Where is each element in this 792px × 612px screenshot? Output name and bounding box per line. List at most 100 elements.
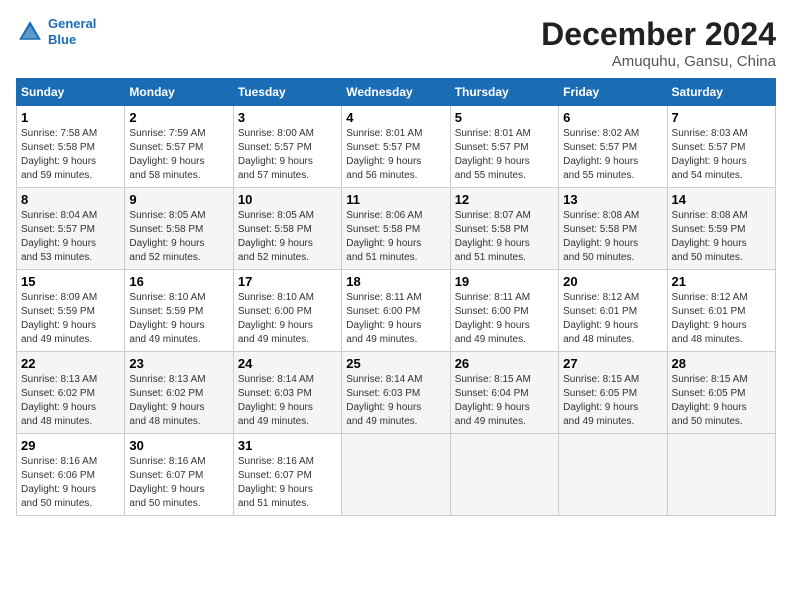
- day-cell: 24 Sunrise: 8:14 AM Sunset: 6:03 PM Dayli…: [233, 352, 341, 434]
- day-number: 16: [129, 274, 228, 289]
- day-number: 20: [563, 274, 662, 289]
- day-cell: 30 Sunrise: 8:16 AM Sunset: 6:07 PM Dayli…: [125, 434, 233, 516]
- day-cell: 31Sunrise: 8:16 AM Sunset: 6:07 PM Dayli…: [233, 434, 341, 516]
- day-info: Sunrise: 8:14 AM Sunset: 6:03 PM Dayligh…: [346, 373, 445, 429]
- day-number: 1: [21, 110, 120, 125]
- day-cell: 18Sunrise: 8:11 AM Sunset: 6:00 PM Dayli…: [342, 270, 450, 352]
- day-cell: [450, 434, 558, 516]
- week-row-4: 22 Sunrise: 8:13 AM Sunset: 6:02 PM Dayli…: [17, 352, 776, 434]
- day-number: 26: [455, 356, 554, 371]
- day-number: 30: [129, 438, 228, 453]
- day-number: 9: [129, 192, 228, 207]
- day-info: Sunrise: 7:59 AM Sunset: 5:57 PM Dayligh…: [129, 127, 228, 183]
- day-number: 27: [563, 356, 662, 371]
- logo-line2: Blue: [48, 32, 76, 47]
- day-number: 31: [238, 438, 337, 453]
- day-number: 4: [346, 110, 445, 125]
- week-row-1: 1Sunrise: 7:58 AM Sunset: 5:58 PM Daylig…: [17, 106, 776, 188]
- day-info: Sunrise: 8:09 AM Sunset: 5:59 PM Dayligh…: [21, 291, 120, 347]
- day-cell: 6 Sunrise: 8:02 AM Sunset: 5:57 PM Daylig…: [559, 106, 667, 188]
- day-cell: 15 Sunrise: 8:09 AM Sunset: 5:59 PM Dayli…: [17, 270, 125, 352]
- day-info: Sunrise: 8:01 AM Sunset: 5:57 PM Dayligh…: [455, 127, 554, 183]
- day-number: 2: [129, 110, 228, 125]
- day-info: Sunrise: 8:12 AM Sunset: 6:01 PM Dayligh…: [672, 291, 771, 347]
- day-info: Sunrise: 8:10 AM Sunset: 6:00 PM Dayligh…: [238, 291, 337, 347]
- day-number: 14: [672, 192, 771, 207]
- day-number: 25: [346, 356, 445, 371]
- day-cell: 1Sunrise: 7:58 AM Sunset: 5:58 PM Daylig…: [17, 106, 125, 188]
- day-cell: 3Sunrise: 8:00 AM Sunset: 5:57 PM Daylig…: [233, 106, 341, 188]
- dow-header-wednesday: Wednesday: [342, 79, 450, 106]
- logo-icon: [16, 18, 44, 46]
- day-info: Sunrise: 8:05 AM Sunset: 5:58 PM Dayligh…: [238, 209, 337, 265]
- day-cell: 5Sunrise: 8:01 AM Sunset: 5:57 PM Daylig…: [450, 106, 558, 188]
- day-cell: [342, 434, 450, 516]
- day-info: Sunrise: 8:15 AM Sunset: 6:05 PM Dayligh…: [563, 373, 662, 429]
- day-number: 7: [672, 110, 771, 125]
- day-cell: 22 Sunrise: 8:13 AM Sunset: 6:02 PM Dayli…: [17, 352, 125, 434]
- day-cell: 23Sunrise: 8:13 AM Sunset: 6:02 PM Dayli…: [125, 352, 233, 434]
- day-info: Sunrise: 8:07 AM Sunset: 5:58 PM Dayligh…: [455, 209, 554, 265]
- day-info: Sunrise: 8:08 AM Sunset: 5:59 PM Dayligh…: [672, 209, 771, 265]
- day-number: 24: [238, 356, 337, 371]
- day-number: 13: [563, 192, 662, 207]
- day-info: Sunrise: 8:15 AM Sunset: 6:04 PM Dayligh…: [455, 373, 554, 429]
- day-info: Sunrise: 8:10 AM Sunset: 5:59 PM Dayligh…: [129, 291, 228, 347]
- day-number: 21: [672, 274, 771, 289]
- dow-header-saturday: Saturday: [667, 79, 775, 106]
- day-number: 12: [455, 192, 554, 207]
- day-info: Sunrise: 8:04 AM Sunset: 5:57 PM Dayligh…: [21, 209, 120, 265]
- day-number: 19: [455, 274, 554, 289]
- day-number: 11: [346, 192, 445, 207]
- day-number: 28: [672, 356, 771, 371]
- calendar-body: 1Sunrise: 7:58 AM Sunset: 5:58 PM Daylig…: [17, 106, 776, 516]
- day-cell: 27 Sunrise: 8:15 AM Sunset: 6:05 PM Dayli…: [559, 352, 667, 434]
- logo: General Blue: [16, 16, 96, 47]
- day-info: Sunrise: 8:05 AM Sunset: 5:58 PM Dayligh…: [129, 209, 228, 265]
- day-cell: 21 Sunrise: 8:12 AM Sunset: 6:01 PM Dayli…: [667, 270, 775, 352]
- day-number: 3: [238, 110, 337, 125]
- day-info: Sunrise: 8:03 AM Sunset: 5:57 PM Dayligh…: [672, 127, 771, 183]
- day-info: Sunrise: 8:13 AM Sunset: 6:02 PM Dayligh…: [129, 373, 228, 429]
- day-info: Sunrise: 8:08 AM Sunset: 5:58 PM Dayligh…: [563, 209, 662, 265]
- logo-line1: General: [48, 16, 96, 31]
- day-info: Sunrise: 8:16 AM Sunset: 6:06 PM Dayligh…: [21, 455, 120, 511]
- day-number: 15: [21, 274, 120, 289]
- day-cell: [559, 434, 667, 516]
- day-cell: 20 Sunrise: 8:12 AM Sunset: 6:01 PM Dayli…: [559, 270, 667, 352]
- calendar-table: SundayMondayTuesdayWednesdayThursdayFrid…: [16, 78, 776, 516]
- day-info: Sunrise: 8:01 AM Sunset: 5:57 PM Dayligh…: [346, 127, 445, 183]
- dow-header-thursday: Thursday: [450, 79, 558, 106]
- month-title: December 2024: [541, 16, 776, 53]
- dow-header-sunday: Sunday: [17, 79, 125, 106]
- day-info: Sunrise: 8:16 AM Sunset: 6:07 PM Dayligh…: [129, 455, 228, 511]
- page-header: General Blue December 2024 Amuquhu, Gans…: [16, 16, 776, 70]
- day-number: 17: [238, 274, 337, 289]
- logo-text: General Blue: [48, 16, 96, 47]
- day-cell: 19 Sunrise: 8:11 AM Sunset: 6:00 PM Dayli…: [450, 270, 558, 352]
- day-cell: 26 Sunrise: 8:15 AM Sunset: 6:04 PM Dayli…: [450, 352, 558, 434]
- day-cell: 4 Sunrise: 8:01 AM Sunset: 5:57 PM Daylig…: [342, 106, 450, 188]
- week-row-5: 29 Sunrise: 8:16 AM Sunset: 6:06 PM Dayli…: [17, 434, 776, 516]
- day-number: 6: [563, 110, 662, 125]
- day-number: 29: [21, 438, 120, 453]
- dow-header-tuesday: Tuesday: [233, 79, 341, 106]
- day-info: Sunrise: 8:13 AM Sunset: 6:02 PM Dayligh…: [21, 373, 120, 429]
- day-cell: [667, 434, 775, 516]
- day-cell: 10Sunrise: 8:05 AM Sunset: 5:58 PM Dayli…: [233, 188, 341, 270]
- day-info: Sunrise: 8:14 AM Sunset: 6:03 PM Dayligh…: [238, 373, 337, 429]
- day-cell: 29 Sunrise: 8:16 AM Sunset: 6:06 PM Dayli…: [17, 434, 125, 516]
- days-of-week-row: SundayMondayTuesdayWednesdayThursdayFrid…: [17, 79, 776, 106]
- day-info: Sunrise: 8:11 AM Sunset: 6:00 PM Dayligh…: [455, 291, 554, 347]
- day-cell: 8Sunrise: 8:04 AM Sunset: 5:57 PM Daylig…: [17, 188, 125, 270]
- day-info: Sunrise: 8:06 AM Sunset: 5:58 PM Dayligh…: [346, 209, 445, 265]
- day-cell: 2 Sunrise: 7:59 AM Sunset: 5:57 PM Daylig…: [125, 106, 233, 188]
- day-info: Sunrise: 8:12 AM Sunset: 6:01 PM Dayligh…: [563, 291, 662, 347]
- title-block: December 2024 Amuquhu, Gansu, China: [541, 16, 776, 70]
- day-cell: 9 Sunrise: 8:05 AM Sunset: 5:58 PM Daylig…: [125, 188, 233, 270]
- day-cell: 14 Sunrise: 8:08 AM Sunset: 5:59 PM Dayli…: [667, 188, 775, 270]
- day-cell: 25 Sunrise: 8:14 AM Sunset: 6:03 PM Dayli…: [342, 352, 450, 434]
- day-cell: 13 Sunrise: 8:08 AM Sunset: 5:58 PM Dayli…: [559, 188, 667, 270]
- day-info: Sunrise: 8:02 AM Sunset: 5:57 PM Dayligh…: [563, 127, 662, 183]
- day-number: 22: [21, 356, 120, 371]
